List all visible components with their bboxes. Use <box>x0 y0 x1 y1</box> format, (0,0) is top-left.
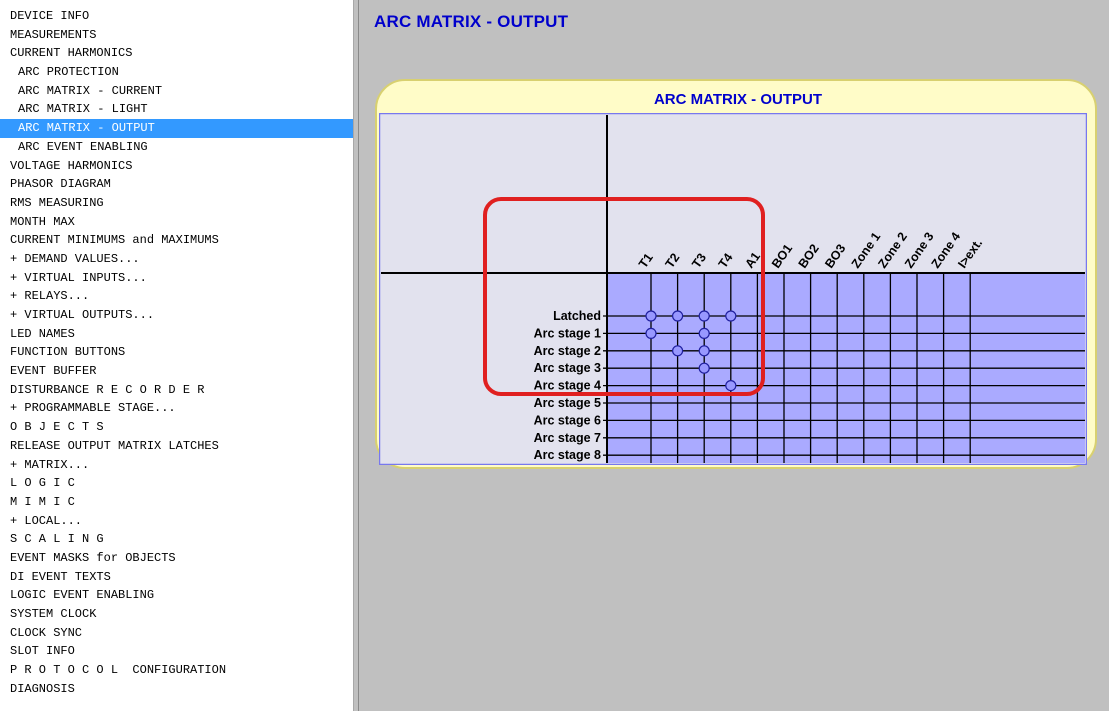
matrix-connection-node <box>645 310 657 322</box>
main-content: ARC MATRIX - OUTPUT ARC MATRIX - OUTPUT … <box>360 0 1109 711</box>
matrix-connection-node <box>698 327 710 339</box>
matrix-row-label: Arc stage 3 <box>534 361 601 375</box>
sidebar-item-current-minimums-and-maximums[interactable]: CURRENT MINIMUMS and MAXIMUMS <box>0 231 353 250</box>
sidebar-item-event-buffer[interactable]: EVENT BUFFER <box>0 362 353 381</box>
sidebar-item-current-harmonics[interactable]: CURRENT HARMONICS <box>0 44 353 63</box>
panel-title: ARC MATRIX - OUTPUT <box>653 91 823 108</box>
sidebar-item-logic-event-enabling[interactable]: LOGIC EVENT ENABLING <box>0 586 353 605</box>
sidebar-item-matrix[interactable]: + MATRIX... <box>0 456 353 475</box>
sidebar-item-diagnosis[interactable]: DIAGNOSIS <box>0 680 353 699</box>
sidebar-item-relays[interactable]: + RELAYS... <box>0 287 353 306</box>
matrix-row-label: Arc stage 1 <box>534 326 601 340</box>
sidebar-item-s-c-a-l-i-n-g[interactable]: S C A L I N G <box>0 530 353 549</box>
sidebar-item-programmable-stage[interactable]: + PROGRAMMABLE STAGE... <box>0 399 353 418</box>
sidebar-item-demand-values[interactable]: + DEMAND VALUES... <box>0 250 353 269</box>
arc-output-matrix: T1 T2 T3 T4 A1 BO1 BO2 BO3 Zone 1Zone 2Zone 3Zon… <box>379 113 1087 465</box>
sidebar-item-virtual-inputs[interactable]: + VIRTUAL INPUTS... <box>0 269 353 288</box>
matrix-row-label: Arc stage 5 <box>534 396 601 410</box>
sidebar-item-led-names[interactable]: LED NAMES <box>0 325 353 344</box>
matrix-connection-node <box>672 345 684 357</box>
sidebar-item-local[interactable]: + LOCAL... <box>0 512 353 531</box>
matrix-row-label: Arc stage 8 <box>534 448 601 462</box>
sidebar-item-event-masks-for-objects[interactable]: EVENT MASKS for OBJECTS <box>0 549 353 568</box>
sidebar-item-release-output-matrix-latches[interactable]: RELEASE OUTPUT MATRIX LATCHES <box>0 437 353 456</box>
matrix-connection-node <box>645 327 657 339</box>
sidebar-item-arc-event-enabling[interactable]: ARC EVENT ENABLING <box>0 138 353 157</box>
sidebar-item-voltage-harmonics[interactable]: VOLTAGE HARMONICS <box>0 157 353 176</box>
matrix-connection-node <box>698 310 710 322</box>
menu-list: DEVICE INFO MEASUREMENTS CURRENT HARMONICS… <box>0 7 353 698</box>
sidebar-item-disturbance-r-e-c-o-r-d-e-r[interactable]: DISTURBANCE R E C O R D E R <box>0 381 353 400</box>
splitter[interactable] <box>353 0 359 711</box>
sidebar-item-rms-measuring[interactable]: RMS MEASURING <box>0 194 353 213</box>
sidebar-item-system-clock[interactable]: SYSTEM CLOCK <box>0 605 353 624</box>
matrix-row-label: Arc stage 6 <box>534 413 601 427</box>
matrix-row-label: Latched <box>553 309 601 323</box>
sidebar-item-arc-matrix-output[interactable]: ARC MATRIX - OUTPUT <box>0 119 353 138</box>
matrix-connection-node <box>725 310 737 322</box>
sidebar-item-arc-matrix-light[interactable]: ARC MATRIX - LIGHT <box>0 100 353 119</box>
page-title: ARC MATRIX - OUTPUT <box>374 12 569 31</box>
matrix-connection-node <box>725 380 737 392</box>
sidebar-item-measurements[interactable]: MEASUREMENTS <box>0 26 353 45</box>
sidebar-item-clock-sync[interactable]: CLOCK SYNC <box>0 624 353 643</box>
sidebar-item-month-max[interactable]: MONTH MAX <box>0 213 353 232</box>
sidebar-item-phasor-diagram[interactable]: PHASOR DIAGRAM <box>0 175 353 194</box>
sidebar-item-o-b-j-e-c-t-s[interactable]: O B J E C T S <box>0 418 353 437</box>
matrix-connection-node <box>672 310 684 322</box>
sidebar-item-m-i-m-i-c[interactable]: M I M I C <box>0 493 353 512</box>
sidebar-menu: DEVICE INFO MEASUREMENTS CURRENT HARMONICS… <box>0 0 353 711</box>
sidebar-item-di-event-texts[interactable]: DI EVENT TEXTS <box>0 568 353 587</box>
matrix-connection-node <box>698 362 710 374</box>
sidebar-item-arc-matrix-current[interactable]: ARC MATRIX - CURRENT <box>0 82 353 101</box>
sidebar-item-arc-protection[interactable]: ARC PROTECTION <box>0 63 353 82</box>
sidebar-item-slot-info[interactable]: SLOT INFO <box>0 642 353 661</box>
matrix-row-label: Arc stage 7 <box>534 431 601 445</box>
matrix-connection-node <box>698 345 710 357</box>
sidebar-item-virtual-outputs[interactable]: + VIRTUAL OUTPUTS... <box>0 306 353 325</box>
sidebar-item-device-info[interactable]: DEVICE INFO <box>0 7 353 26</box>
matrix-row-label: Arc stage 4 <box>534 379 601 393</box>
sidebar-item-function-buttons[interactable]: FUNCTION BUTTONS <box>0 343 353 362</box>
sidebar-item-l-o-g-i-c[interactable]: L O G I C <box>0 474 353 493</box>
sidebar-item-p-r-o-t-o-c-o-l-configuration[interactable]: P R O T O C O L CONFIGURATION <box>0 661 353 680</box>
matrix-row-label: Arc stage 2 <box>534 344 601 358</box>
